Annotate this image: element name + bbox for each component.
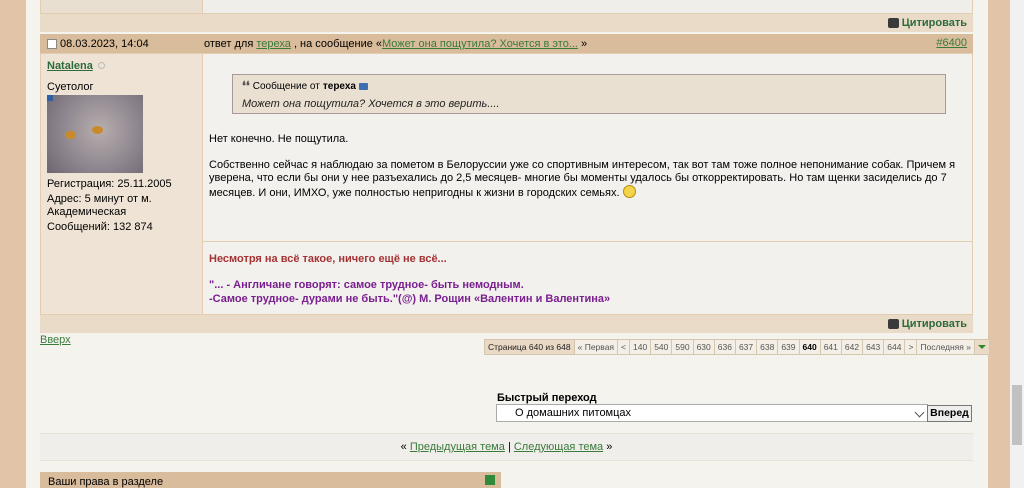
user-info-panel: Natalena Суетолог Регистрация: 25.11.200… <box>41 54 203 314</box>
previous-post-bottom <box>40 0 973 14</box>
pager-current-page: 640 <box>799 339 821 355</box>
pager-page[interactable]: 644 <box>884 339 906 355</box>
quote-author: тереха <box>322 80 356 92</box>
quote-icon: ❛❛ <box>242 79 250 93</box>
user-message-count: Сообщений: 132 874 <box>47 221 153 233</box>
post-content: ❛❛ Сообщение от тереха Может она пощутил… <box>203 54 972 314</box>
post-header: 08.03.2023, 14:04 ответ для тереха , на … <box>40 34 973 53</box>
pager-next[interactable]: > <box>905 339 918 355</box>
post-footer: Цитировать <box>40 315 973 333</box>
pager-summary: Страница 640 из 648 <box>484 339 575 355</box>
reply-message-link[interactable]: Может она пощутила? Хочется в это... <box>382 38 578 50</box>
post-text-line: Нет конечно. Не пощутила. <box>209 133 349 145</box>
pager-page[interactable]: 590 <box>672 339 694 355</box>
pager-page[interactable]: 140 <box>630 339 652 355</box>
quote-bubble-icon <box>887 18 899 28</box>
scrollbar[interactable] <box>1010 0 1024 488</box>
cite-button[interactable]: Цитировать <box>887 318 967 330</box>
quote-bubble-icon <box>887 319 899 329</box>
collapse-icon[interactable] <box>485 475 495 485</box>
post-date: 08.03.2023, 14:04 <box>60 38 149 50</box>
reply-user-link[interactable]: тереха <box>256 38 291 50</box>
user-title: Суетолог <box>47 81 94 93</box>
chevron-down-icon <box>914 407 925 418</box>
pager-page[interactable]: 630 <box>693 339 715 355</box>
cite-button-previous[interactable]: Цитировать <box>887 17 967 29</box>
pager-page[interactable]: 639 <box>778 339 800 355</box>
post-text-paragraph: Собственно сейчас я наблюдаю за пометом … <box>209 159 956 199</box>
post-number-link[interactable]: #6400 <box>936 37 967 49</box>
previous-thread-link[interactable]: Предыдущая тема <box>410 441 505 453</box>
quote-box: ❛❛ Сообщение от тереха Может она пощутил… <box>232 74 946 114</box>
pager-page[interactable]: 636 <box>714 339 736 355</box>
pager-page[interactable]: 637 <box>735 339 758 355</box>
reply-info: ответ для тереха , на сообщение «Может о… <box>204 38 588 50</box>
offline-status-icon <box>98 62 105 69</box>
pager-page[interactable]: 642 <box>841 339 864 355</box>
signature-divider <box>203 241 972 242</box>
next-thread-link[interactable]: Следующая тема <box>514 441 603 453</box>
post-checkbox[interactable] <box>47 39 57 49</box>
quick-jump-button[interactable]: Вперед <box>927 405 972 422</box>
pager-prev[interactable]: < <box>618 339 630 355</box>
signature-line-1: Несмотря на всё такое, ничего ещё не всё… <box>209 253 447 265</box>
user-registration: Регистрация: 25.11.2005 <box>47 178 172 190</box>
pagination: Страница 640 из 648 « Первая < 140 540 5… <box>484 339 990 355</box>
view-post-icon[interactable] <box>358 82 368 90</box>
back-to-top-link[interactable]: Вверх <box>40 334 71 346</box>
pager-page[interactable]: 643 <box>863 339 885 355</box>
pager-last[interactable]: Последняя » <box>917 339 975 355</box>
signature-quote: "... - Англичане говорят: самое трудное-… <box>209 279 611 305</box>
pager-first[interactable]: « Первая <box>574 339 619 355</box>
username-link[interactable]: Natalena <box>47 60 93 72</box>
quote-text: Может она пощутила? Хочется в это верить… <box>242 98 500 110</box>
scrollbar-thumb[interactable] <box>1012 385 1022 445</box>
user-address: Адрес: 5 минут от м. Академическая <box>47 193 152 218</box>
pager-page[interactable]: 638 <box>757 339 779 355</box>
smiley-icon <box>622 185 636 198</box>
avatar[interactable] <box>47 95 143 173</box>
pager-page[interactable]: 540 <box>651 339 673 355</box>
quick-jump-label: Быстрый переход <box>497 392 597 404</box>
thread-navigation: « Предыдущая тема | Следующая тема » <box>40 433 973 461</box>
previous-post-footer: Цитировать <box>40 14 973 32</box>
pager-page[interactable]: 641 <box>820 339 842 355</box>
pager-menu-icon[interactable] <box>974 339 990 355</box>
permissions-header: Ваши права в разделе <box>40 472 501 488</box>
post-body: Natalena Суетолог Регистрация: 25.11.200… <box>40 53 973 315</box>
quick-jump-select[interactable]: О домашних питомцах <box>496 404 928 422</box>
